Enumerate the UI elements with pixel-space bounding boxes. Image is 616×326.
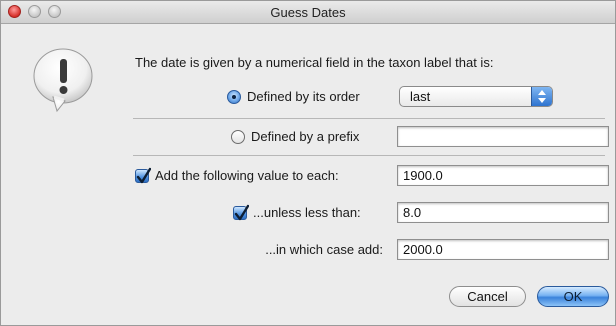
unless-checkbox[interactable] <box>233 204 249 221</box>
window-title: Guess Dates <box>270 5 346 20</box>
ok-button[interactable]: OK <box>537 286 609 307</box>
divider <box>133 118 605 119</box>
order-radio[interactable] <box>227 90 241 104</box>
prefix-radio[interactable] <box>231 130 245 144</box>
cancel-button[interactable]: Cancel <box>449 286 526 307</box>
updown-arrows-icon <box>531 87 552 106</box>
add-value-label[interactable]: Add the following value to each: <box>155 168 339 183</box>
guess-dates-dialog: Guess Dates The date is given by a numer… <box>0 0 616 326</box>
checkmark-icon <box>234 204 249 221</box>
add-value-checkbox[interactable] <box>135 167 151 184</box>
order-option-label[interactable]: Defined by its order <box>247 89 360 104</box>
in-which-case-label: ...in which case add: <box>265 242 383 257</box>
order-position-value: last <box>410 89 431 104</box>
title-bar[interactable]: Guess Dates <box>1 1 615 24</box>
in-which-case-input[interactable]: 2000.0 <box>397 239 609 260</box>
checkmark-icon <box>136 167 151 184</box>
unless-input[interactable]: 8.0 <box>397 202 609 223</box>
prompt-text: The date is given by a numerical field i… <box>135 55 494 70</box>
prefix-input[interactable] <box>397 126 609 147</box>
divider <box>133 155 605 156</box>
unless-label[interactable]: ...unless less than: <box>253 205 361 220</box>
add-value-input[interactable]: 1900.0 <box>397 165 609 186</box>
exclamation-alert-icon <box>31 47 95 113</box>
order-position-select[interactable]: last <box>399 86 553 107</box>
prefix-option-label[interactable]: Defined by a prefix <box>251 129 359 144</box>
